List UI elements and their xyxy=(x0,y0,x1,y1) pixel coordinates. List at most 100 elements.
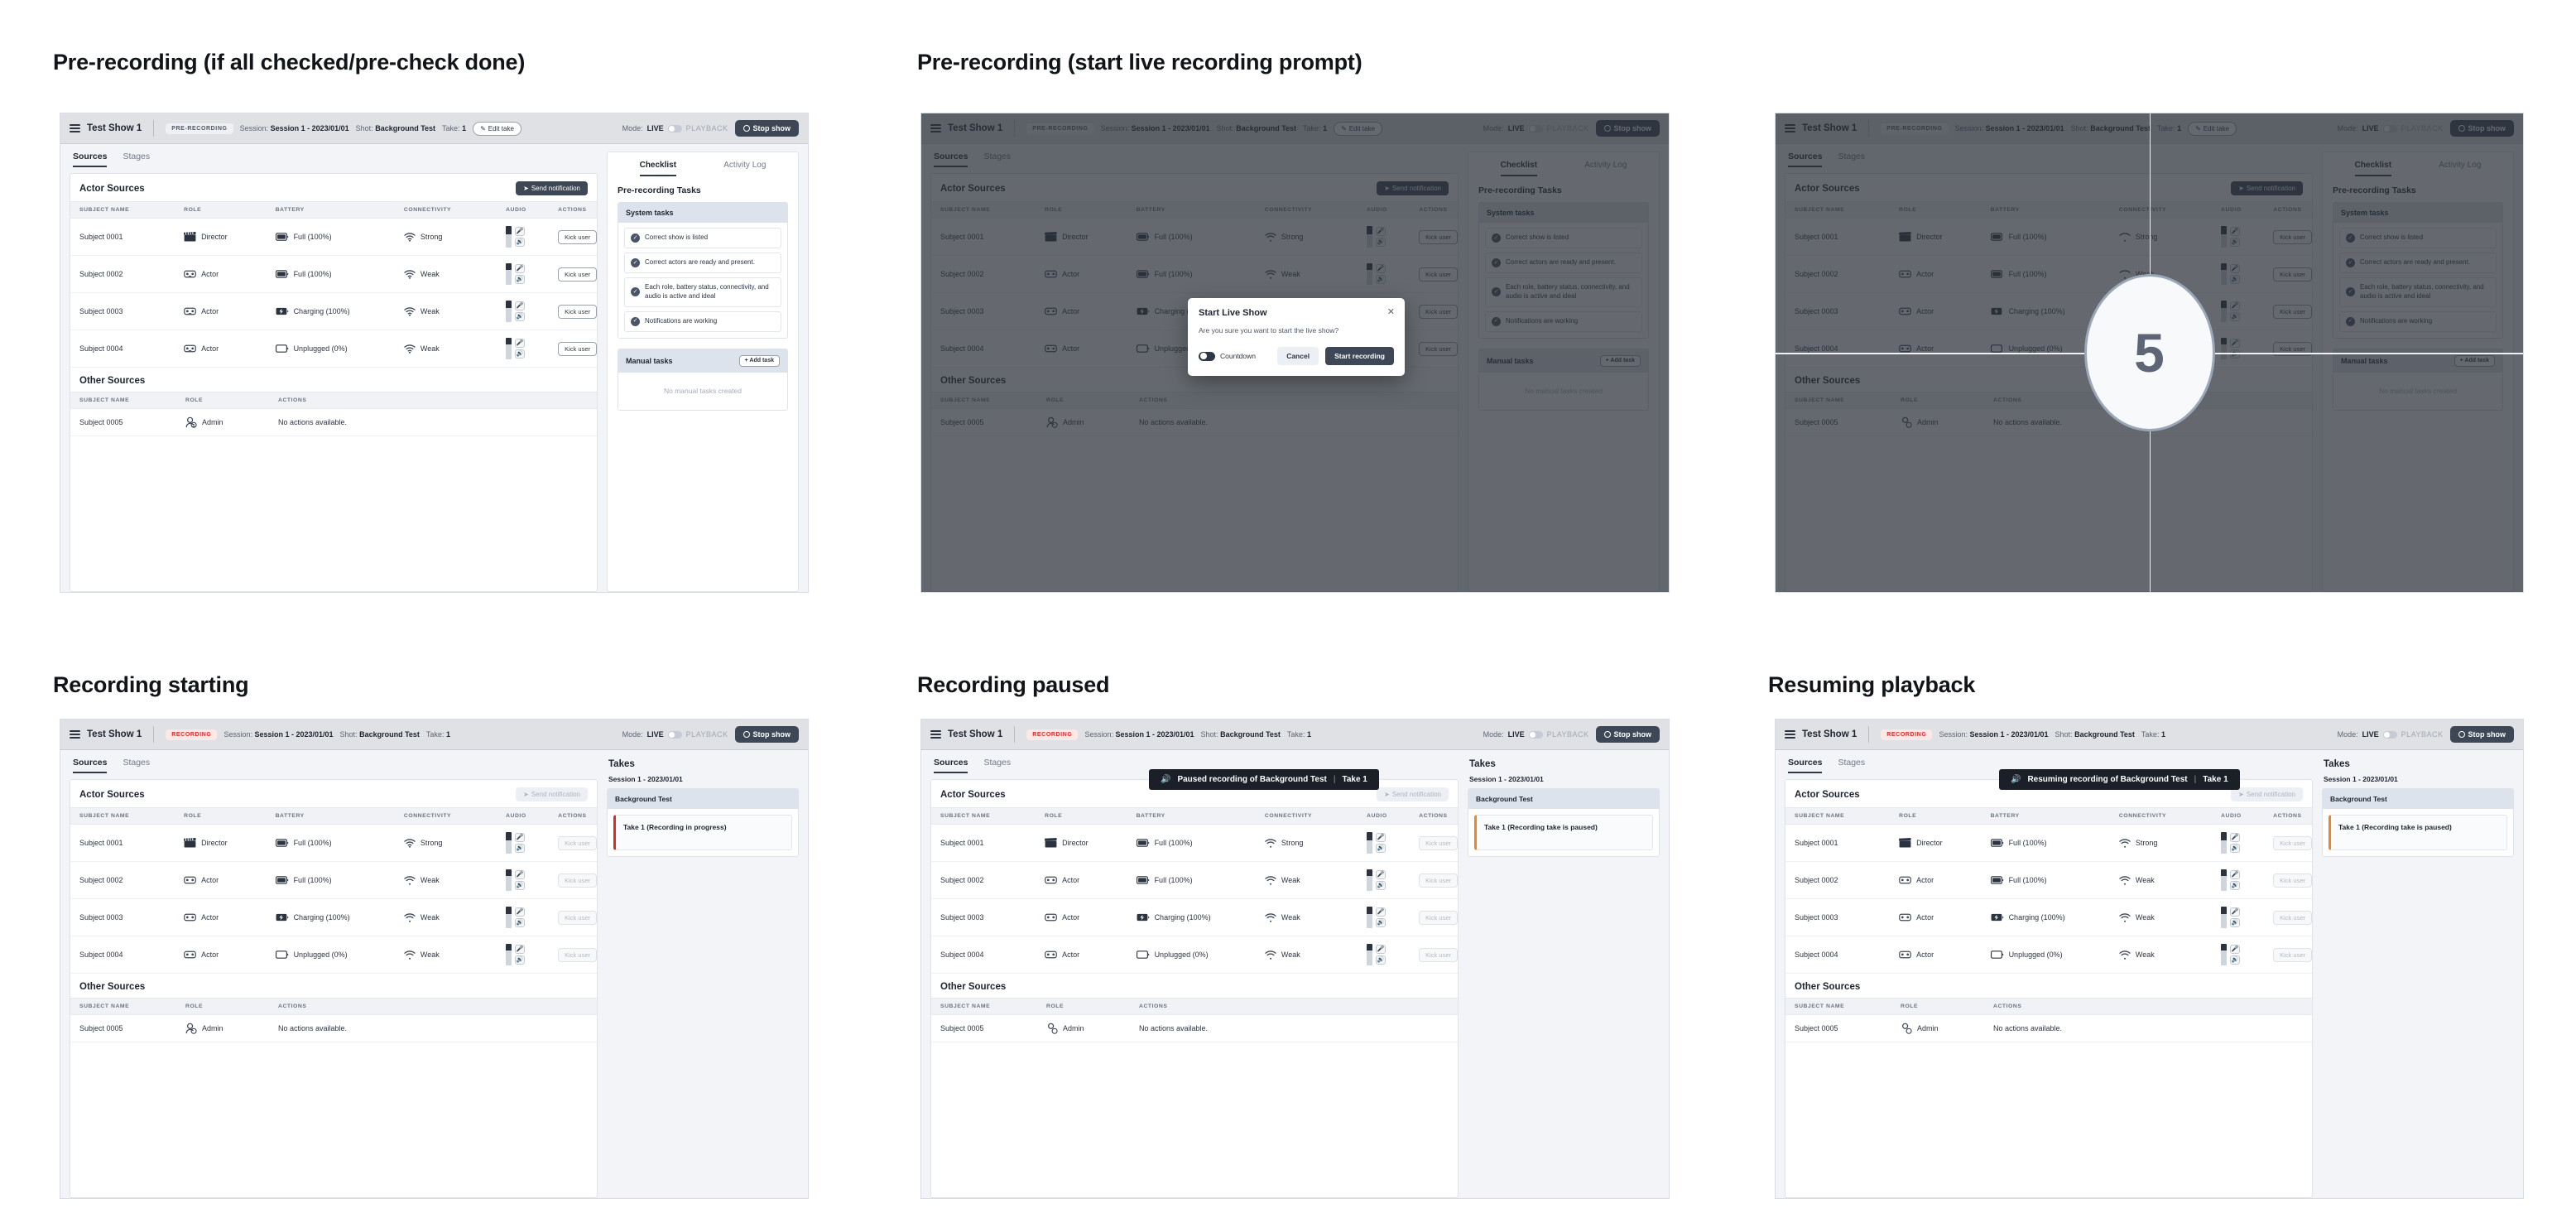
mode-switch[interactable]: Mode: LIVE PLAYBACK xyxy=(2338,730,2444,739)
microphone-icon[interactable]: 🎤 xyxy=(515,945,526,954)
mode-toggle-icon[interactable] xyxy=(667,730,682,739)
menu-icon[interactable] xyxy=(70,124,80,132)
microphone-icon[interactable]: 🎤 xyxy=(2230,945,2241,954)
list-item[interactable]: ✓ Each role, battery status, connectivity… xyxy=(624,277,781,307)
send-notification-button[interactable]: ➤Send notification xyxy=(516,787,588,801)
stop-show-button[interactable]: Stop show xyxy=(734,726,799,743)
microphone-icon[interactable]: 🎤 xyxy=(2230,870,2241,879)
tab-stages[interactable]: Stages xyxy=(1838,758,1865,773)
speaker-icon[interactable]: 🔊 xyxy=(2230,349,2241,359)
kick-user-button[interactable]: Kick user xyxy=(558,947,597,962)
menu-icon[interactable] xyxy=(1785,124,1795,132)
speaker-icon[interactable]: 🔊 xyxy=(2230,238,2241,247)
tab-checklist[interactable]: Checklist xyxy=(639,161,677,176)
kick-user-button[interactable]: Kick user xyxy=(1419,910,1458,925)
close-icon[interactable]: ✕ xyxy=(1387,306,1395,317)
mode-toggle-icon[interactable] xyxy=(1528,730,1543,739)
speaker-icon[interactable]: 🔊 xyxy=(2230,844,2241,853)
microphone-icon[interactable]: 🎤 xyxy=(515,264,526,273)
microphone-icon[interactable]: 🎤 xyxy=(2230,907,2241,917)
speaker-icon[interactable]: 🔊 xyxy=(515,955,526,965)
countdown-toggle-icon[interactable] xyxy=(1199,351,1215,361)
mode-switch[interactable]: Mode: LIVE PLAYBACK xyxy=(622,730,728,739)
mode-toggle-icon[interactable] xyxy=(2382,730,2397,739)
speaker-icon[interactable]: 🔊 xyxy=(515,844,526,853)
microphone-icon[interactable]: 🎤 xyxy=(515,227,526,236)
tab-stages[interactable]: Stages xyxy=(123,758,150,773)
kick-user-button[interactable]: Kick user xyxy=(2273,873,2312,888)
mode-toggle-icon[interactable] xyxy=(667,124,682,132)
list-item[interactable]: Take 1 (Recording take is paused) xyxy=(1474,815,1653,850)
kick-user-button[interactable]: Kick user xyxy=(558,910,597,925)
microphone-icon[interactable]: 🎤 xyxy=(515,301,526,310)
speaker-icon[interactable]: 🔊 xyxy=(1376,918,1387,927)
send-notification-button[interactable]: ➤Send notification xyxy=(516,181,588,195)
mode-switch[interactable]: Mode: LIVE PLAYBACK xyxy=(2338,124,2444,132)
list-item[interactable]: ✓ Correct actors are ready and present. xyxy=(624,253,781,273)
edit-take-button[interactable]: ✎Edit take xyxy=(2188,121,2237,136)
speaker-icon[interactable]: 🔊 xyxy=(515,312,526,321)
stop-show-button[interactable]: Stop show xyxy=(2449,120,2514,137)
microphone-icon[interactable]: 🎤 xyxy=(515,907,526,917)
stop-show-button[interactable]: Stop show xyxy=(734,120,799,137)
kick-user-button[interactable]: Kick user xyxy=(2273,229,2312,244)
kick-user-button[interactable]: Kick user xyxy=(2273,304,2312,319)
speaker-icon[interactable]: 🔊 xyxy=(2230,955,2241,965)
send-notification-button[interactable]: ➤Send notification xyxy=(1377,787,1449,801)
send-notification-button[interactable]: ➤Send notification xyxy=(2231,181,2303,195)
stop-show-button[interactable]: Stop show xyxy=(1595,726,1660,743)
tab-sources[interactable]: Sources xyxy=(1788,758,1823,773)
microphone-icon[interactable]: 🎤 xyxy=(515,833,526,842)
list-item[interactable]: ✓ Correct show is listed xyxy=(624,228,781,248)
speaker-icon[interactable]: 🔊 xyxy=(2230,275,2241,284)
menu-icon[interactable] xyxy=(1785,730,1795,739)
speaker-icon[interactable]: 🔊 xyxy=(515,918,526,927)
microphone-icon[interactable]: 🎤 xyxy=(1376,945,1387,954)
speaker-icon[interactable]: 🔊 xyxy=(1376,881,1387,890)
list-item[interactable]: ✓ Correct actors are ready and present. xyxy=(2339,253,2497,273)
kick-user-button[interactable]: Kick user xyxy=(558,835,597,850)
tab-stages[interactable]: Stages xyxy=(983,758,1011,773)
kick-user-button[interactable]: Kick user xyxy=(1419,947,1458,962)
list-item[interactable]: ✓ Notifications are working xyxy=(624,310,781,332)
kick-user-button[interactable]: Kick user xyxy=(558,873,597,888)
microphone-icon[interactable]: 🎤 xyxy=(2230,833,2241,842)
start-recording-confirm-button[interactable]: Start recording xyxy=(1325,347,1394,365)
countdown-toggle-row[interactable]: Countdown xyxy=(1199,351,1256,361)
kick-user-button[interactable]: Kick user xyxy=(2273,341,2312,356)
speaker-icon[interactable]: 🔊 xyxy=(515,275,526,284)
kick-user-button[interactable]: Kick user xyxy=(2273,267,2312,282)
microphone-icon[interactable]: 🎤 xyxy=(2230,227,2241,236)
list-item[interactable]: Take 1 (Recording take is paused) xyxy=(2328,815,2507,850)
menu-icon[interactable] xyxy=(930,730,941,739)
tab-sources[interactable]: Sources xyxy=(73,758,108,773)
tab-sources[interactable]: Sources xyxy=(73,152,108,167)
speaker-icon[interactable]: 🔊 xyxy=(2230,312,2241,321)
microphone-icon[interactable]: 🎤 xyxy=(2230,339,2241,348)
edit-take-button[interactable]: ✎Edit take xyxy=(473,121,521,136)
mode-switch[interactable]: Mode: LIVE PLAYBACK xyxy=(1483,730,1589,739)
kick-user-button[interactable]: Kick user xyxy=(558,341,597,356)
microphone-icon[interactable]: 🎤 xyxy=(1376,870,1387,879)
microphone-icon[interactable]: 🎤 xyxy=(1376,907,1387,917)
list-item[interactable]: Take 1 (Recording in progress) xyxy=(613,815,792,850)
kick-user-button[interactable]: Kick user xyxy=(558,267,597,282)
list-item[interactable]: ✓ Correct show is listed xyxy=(2339,228,2497,248)
tab-sources[interactable]: Sources xyxy=(934,758,968,773)
microphone-icon[interactable]: 🎤 xyxy=(2230,264,2241,273)
kick-user-button[interactable]: Kick user xyxy=(558,304,597,319)
tab-sources[interactable]: Sources xyxy=(1788,152,1823,167)
mode-toggle-icon[interactable] xyxy=(2382,124,2397,132)
tab-stages[interactable]: Stages xyxy=(1838,152,1865,167)
tab-activity-log[interactable]: Activity Log xyxy=(723,161,766,176)
kick-user-button[interactable]: Kick user xyxy=(1419,873,1458,888)
speaker-icon[interactable]: 🔊 xyxy=(1376,844,1387,853)
list-item[interactable]: ✓ Each role, battery status, connectivity… xyxy=(2339,277,2497,307)
kick-user-button[interactable]: Kick user xyxy=(2273,835,2312,850)
kick-user-button[interactable]: Kick user xyxy=(558,229,597,244)
cancel-button[interactable]: Cancel xyxy=(1277,347,1319,365)
speaker-icon[interactable]: 🔊 xyxy=(515,349,526,359)
stop-show-button[interactable]: Stop show xyxy=(2449,726,2514,743)
kick-user-button[interactable]: Kick user xyxy=(2273,910,2312,925)
mode-switch[interactable]: Mode: LIVE PLAYBACK xyxy=(622,124,728,132)
